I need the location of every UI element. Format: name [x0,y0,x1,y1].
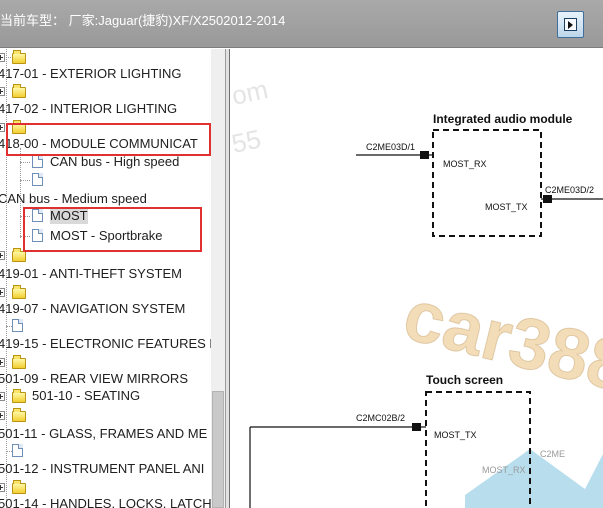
connector-label: C2ME03D/2 [545,185,594,195]
connector-label: C2MC02B/2 [356,413,405,423]
watermark-text: 55 [230,124,264,159]
port-label: MOST_TX [434,430,477,440]
tree-row[interactable]: CAN bus - Medium speed [0,191,214,207]
tree-row[interactable]: 501-10 - SEATING [0,388,214,404]
tree-row[interactable]: 417-02 - INTERIOR LIGHTING [0,101,214,117]
folder-icon [12,50,26,64]
scrollbar-thumb[interactable] [212,391,224,508]
expand-icon[interactable] [0,288,5,297]
folder-icon [12,285,26,299]
tree-row[interactable] [0,49,214,65]
wiring-diagram[interactable]: om 55 car388 Integrated audio module MOS… [230,49,603,508]
tree-label: CAN bus - High speed [50,154,180,169]
tree-label: 501-11 - GLASS, FRAMES AND ME [0,426,208,441]
watermark-text: car388 [396,275,603,408]
highlight-box-most [23,207,202,252]
port-label: MOST_RX [482,465,526,475]
tree-row[interactable] [0,407,214,423]
tree-label: 501-12 - INSTRUMENT PANEL ANI [0,461,205,476]
tree-row[interactable]: CAN bus - High speed [0,154,214,170]
folder-icon [12,389,26,403]
expand-icon[interactable] [0,358,5,367]
tree-label: 417-02 - INTERIOR LIGHTING [0,101,178,116]
connector-pin [543,195,552,203]
tree-label: 501-14 - HANDLES, LOCKS, LATCH [0,496,212,508]
connector-label: C2ME [540,449,565,459]
tree-label: 417-01 - EXTERIOR LIGHTING [0,66,182,81]
expand-icon[interactable] [0,411,5,420]
navigate-button[interactable] [557,11,584,38]
folder-icon [12,84,26,98]
tree-connector [20,162,30,163]
integrated-audio-module-box [432,129,542,237]
tree-row[interactable] [0,284,214,300]
expand-icon[interactable] [0,123,5,132]
tree-label: 419-07 - NAVIGATION SYSTEM [0,301,186,316]
tree-label: CAN bus - Medium speed [0,191,147,206]
module-title: Integrated audio module [433,112,573,126]
highlight-box-module-communication [6,123,211,156]
tree-row[interactable] [0,354,214,370]
expand-icon[interactable] [0,392,5,401]
play-arrow-icon [564,18,577,31]
folder-icon [12,248,26,262]
tree-row[interactable]: 417-01 - EXTERIOR LIGHTING [0,66,214,82]
document-icon [12,319,23,332]
tree-row[interactable] [0,443,214,459]
expand-icon[interactable] [0,483,5,492]
tree-row[interactable]: 419-07 - NAVIGATION SYSTEM [0,301,214,317]
tree-row[interactable]: 501-09 - REAR VIEW MIRRORS [0,371,214,387]
folder-icon [12,408,26,422]
tree-row[interactable]: 501-14 - HANDLES, LOCKS, LATCH [0,496,214,508]
tree-scrollbar[interactable] [211,49,225,508]
document-icon [12,444,23,457]
expand-icon[interactable] [0,87,5,96]
vehicle-title: 当前车型： 厂家:Jaguar(捷豹)XF/X2502012-2014 [0,13,286,28]
title-bar: 当前车型： 厂家:Jaguar(捷豹)XF/X2502012-2014 [0,0,603,48]
module-title: Touch screen [426,373,503,387]
tree-connector [20,180,30,181]
port-label: MOST_TX [485,202,528,212]
tree-label: 419-15 - ELECTRONIC FEATURES M [0,336,214,351]
expand-icon[interactable] [0,251,5,260]
port-label: MOST_RX [443,159,487,169]
connector-pin [412,423,421,431]
tree-row[interactable] [0,83,214,99]
connector-label: C2ME03D/1 [366,142,415,152]
expand-icon[interactable] [0,53,5,62]
tree-row[interactable]: 501-12 - INSTRUMENT PANEL ANI [0,461,214,477]
tree-row[interactable] [0,479,214,495]
tree-row[interactable] [0,172,214,188]
folder-icon [12,355,26,369]
tree-connector [6,57,11,58]
tree-row[interactable]: 419-15 - ELECTRONIC FEATURES M [0,336,214,352]
document-icon [32,173,43,186]
folder-icon [12,480,26,494]
topic-tree[interactable]: 417-01 - EXTERIOR LIGHTING 417-02 - INTE… [0,49,214,508]
tree-label: 501-10 - SEATING [32,388,141,403]
watermark-text: om [230,74,271,111]
watermark-shape [465,449,603,508]
tree-label: 501-09 - REAR VIEW MIRRORS [0,371,188,386]
connector-pin [420,151,429,159]
document-icon [32,155,43,168]
tree-label: 419-01 - ANTI-THEFT SYSTEM [0,266,182,281]
tree-row[interactable]: 501-11 - GLASS, FRAMES AND ME [0,426,214,442]
tree-row[interactable] [0,318,214,334]
tree-row[interactable]: 419-01 - ANTI-THEFT SYSTEM [0,266,214,282]
